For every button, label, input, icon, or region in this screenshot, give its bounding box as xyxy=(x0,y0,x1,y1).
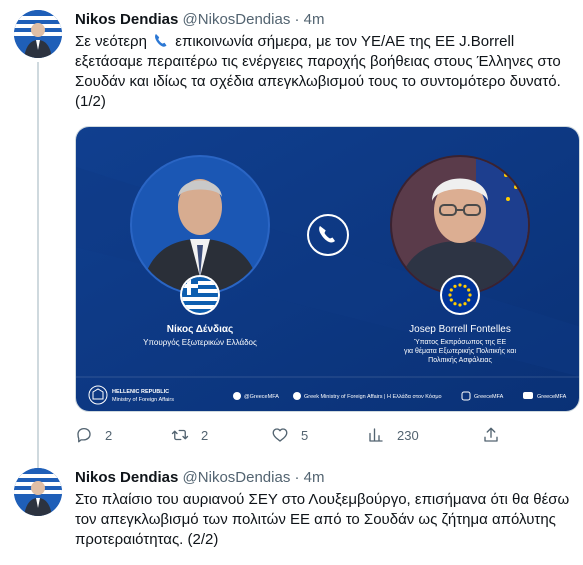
youtube-icon xyxy=(523,392,533,399)
views-button[interactable]: 230 xyxy=(367,424,419,446)
like-count: 5 xyxy=(301,427,309,443)
tweet-1[interactable]: Nikos Dendias @NikosDendias · 4m Σε νεότ… xyxy=(0,0,583,452)
retweet-button[interactable]: 2 xyxy=(171,424,208,446)
author-name[interactable]: Nikos Dendias xyxy=(75,469,178,486)
tweet-media-image[interactable]: Νίκος Δένδιας Υπουργός Εξωτερικών Ελλάδο… xyxy=(75,126,580,412)
views-count: 230 xyxy=(397,427,419,443)
share-button[interactable] xyxy=(482,424,512,446)
tweet-header: Nikos Dendias @NikosDendias · 4m xyxy=(75,468,325,488)
footer-instagram-label: GreeceMFA xyxy=(474,394,504,400)
footer-facebook-label: Greek Ministry of Foreign Affairs | Η Ελ… xyxy=(304,393,442,400)
avatar-image xyxy=(14,468,62,516)
author-handle[interactable]: @NikosDendias xyxy=(183,11,291,28)
tweet-text-part-1: Σε νεότερη xyxy=(75,33,152,50)
retweet-count: 2 xyxy=(201,427,209,443)
views-bar-chart-icon xyxy=(369,428,383,442)
reply-icon xyxy=(77,427,91,443)
left-person-title: Υπουργός Εξωτερικών Ελλάδος xyxy=(143,338,257,347)
tweet-time[interactable]: 4m xyxy=(304,469,325,486)
tweet-2[interactable]: Nikos Dendias @NikosDendias · 4m Στο πλα… xyxy=(0,455,583,565)
greek-flag-badge xyxy=(180,275,220,315)
share-icon xyxy=(484,427,498,442)
ministry-line1: HELLENIC REPUBLIC xyxy=(112,389,169,395)
right-person-title-line1: Ύπατος Εκπρόσωπος της ΕΕ xyxy=(414,338,507,346)
tweet-time[interactable]: 4m xyxy=(304,11,325,28)
like-button[interactable]: 5 xyxy=(271,424,308,446)
separator-dot: · xyxy=(290,11,304,28)
footer-youtube-label: GreeceMFA xyxy=(537,394,567,400)
footer-twitter-label: @GreeceMFA xyxy=(244,394,279,400)
avatar[interactable] xyxy=(14,468,62,516)
tweet-header: Nikos Dendias @NikosDendias · 4m xyxy=(75,10,325,30)
avatar[interactable] xyxy=(14,10,62,58)
ministry-line2: Ministry of Foreign Affairs xyxy=(112,397,174,403)
reply-button[interactable]: 2 xyxy=(75,424,112,446)
avatar-image xyxy=(14,10,62,58)
tweet-text: Στο πλαίσιο του αυριανού ΣΕΥ στο Λουξεμβ… xyxy=(75,491,570,548)
telephone-receiver-emoji-icon xyxy=(155,34,167,47)
twitter-icon xyxy=(233,392,241,400)
tweet-actions: 2 2 5 230 xyxy=(75,424,580,448)
left-person-name: Νίκος Δένδιας xyxy=(167,324,233,335)
author-name[interactable]: Nikos Dendias xyxy=(75,11,178,28)
right-person-name: Josep Borrell Fontelles xyxy=(409,324,511,335)
tweet-text: Σε νεότερη επικοινωνία σήμερα, με τον ΥΕ… xyxy=(75,32,580,112)
author-handle[interactable]: @NikosDendias xyxy=(183,469,291,486)
facebook-icon xyxy=(293,392,301,400)
right-person-title-line3: Πολιτικής Ασφάλειας xyxy=(428,356,492,364)
eu-flag-badge xyxy=(440,275,480,315)
retweet-icon xyxy=(171,429,189,441)
separator-dot: · xyxy=(290,469,304,486)
heart-icon xyxy=(272,428,288,442)
reply-count: 2 xyxy=(105,427,113,443)
right-person-title-line2: για θέματα Εξωτερικής Πολιτικής και xyxy=(404,347,516,355)
